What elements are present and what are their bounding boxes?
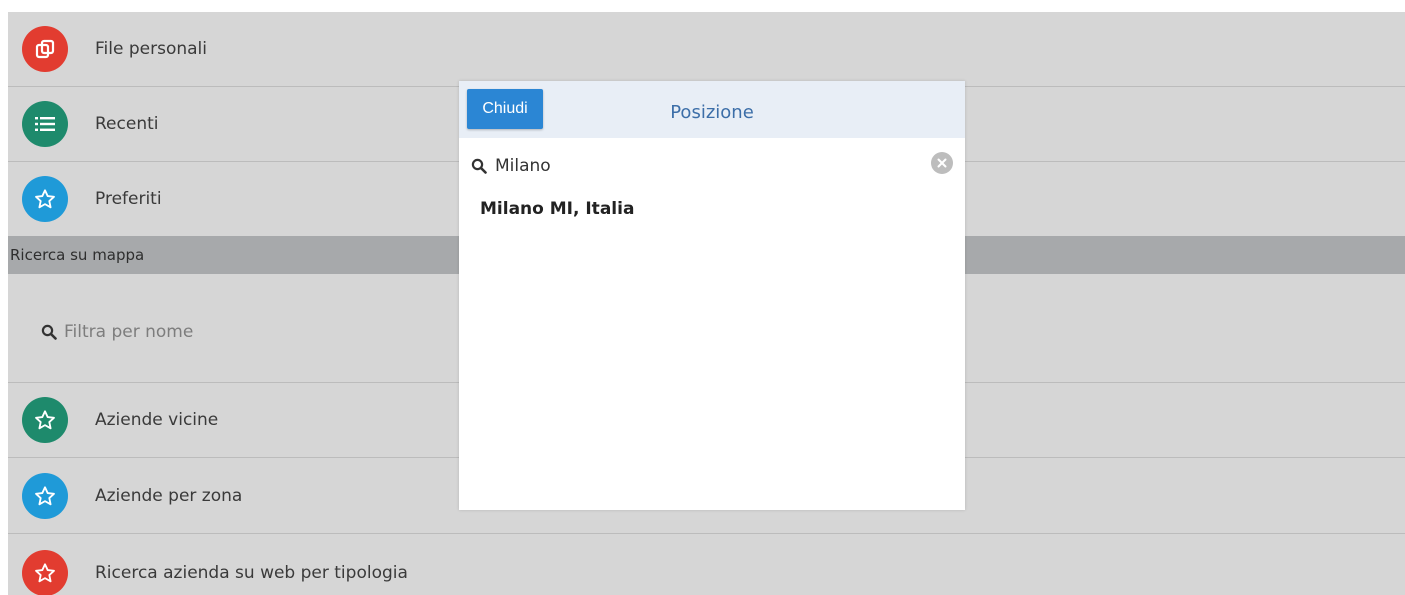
menu-item-label: Recenti (95, 114, 159, 134)
section-title: Ricerca su mappa (10, 246, 145, 264)
files-icon (22, 26, 68, 72)
location-search-input[interactable] (495, 151, 915, 181)
position-modal: Posizione Chiudi Milano MI, Italia (459, 81, 965, 510)
search-icon (471, 158, 487, 178)
list-icon (22, 101, 68, 147)
star-icon (22, 473, 68, 519)
menu-item-file-personali[interactable]: File personali (8, 12, 1405, 87)
star-icon (22, 397, 68, 443)
filter-input[interactable] (64, 318, 464, 346)
menu-item-label: Ricerca azienda su web per tipologia (95, 563, 408, 583)
close-button[interactable]: Chiudi (467, 89, 543, 129)
menu-item-label: Aziende vicine (95, 410, 219, 430)
menu-item-label: Aziende per zona (95, 486, 243, 506)
modal-header: Posizione Chiudi (459, 81, 965, 138)
menu-item-label: File personali (95, 39, 207, 59)
clear-icon[interactable] (931, 152, 953, 174)
star-icon (22, 550, 68, 595)
star-icon (22, 176, 68, 222)
menu-item-label: Preferiti (95, 189, 162, 209)
menu-item-ricerca-web-tipologia[interactable]: Ricerca azienda su web per tipologia (8, 535, 1405, 595)
search-result-item[interactable]: Milano MI, Italia (459, 199, 965, 239)
modal-search-bar (459, 138, 965, 190)
search-icon (41, 324, 57, 344)
